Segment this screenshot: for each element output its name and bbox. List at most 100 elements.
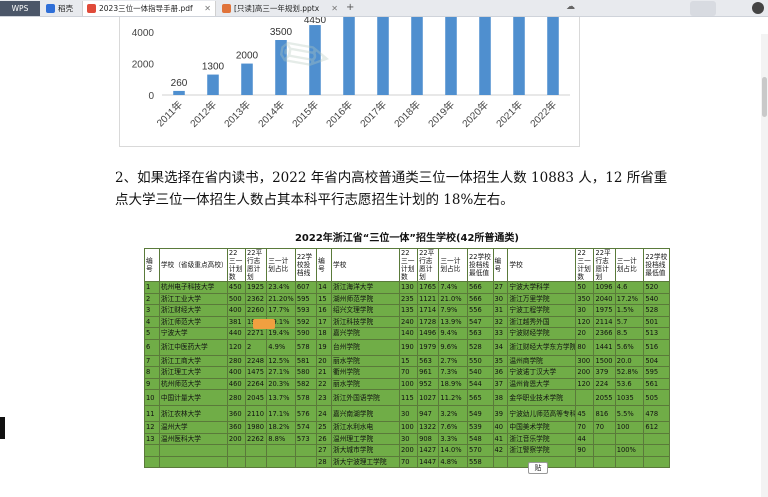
cloud-icon[interactable]: ☁: [566, 2, 575, 12]
table-cell: 592: [294, 315, 318, 328]
warning-badge-icon[interactable]: [253, 319, 275, 329]
table-cell: 52.8%: [614, 366, 645, 379]
table-cell: 1975: [593, 304, 616, 317]
y-tick-label: 2000: [132, 60, 155, 71]
table-cell: 1475: [244, 366, 268, 379]
table-cell: 35: [492, 354, 509, 367]
close-tab-icon[interactable]: ✕: [204, 1, 211, 16]
table-cell: 36: [492, 366, 509, 379]
table-cell: 80: [575, 338, 595, 356]
table-cell: 13.7%: [266, 389, 296, 406]
table-cell: 539: [467, 421, 494, 434]
table-cell: 1714: [417, 304, 440, 317]
table-row: 13 温州医科大学 200 2262 8.8% 573 26 温州理工学院 30 908 3.3% 5…: [144, 432, 670, 445]
tab-wps[interactable]: WPS: [0, 1, 40, 16]
table-cell: 温州肯恩大学: [507, 377, 577, 390]
table-cell: 2271: [244, 327, 268, 340]
table-cell: 金华职业技术学院: [507, 389, 577, 406]
close-tab-icon[interactable]: ✕: [331, 1, 338, 16]
table-cell: 4: [144, 315, 160, 328]
scrollbar-thumb[interactable]: [762, 77, 767, 117]
table-cell: 浙江工业大学: [158, 292, 228, 305]
table-cell: 2.7%: [438, 354, 469, 367]
table-cell: 115: [399, 389, 419, 406]
table-header-row: 编号 学校（省级重点高校） 22三一计划数 22平行志愿计划 三一计划占比 22学校投档线…: [144, 248, 670, 282]
table-cell: 9: [144, 377, 160, 390]
table-cell: [614, 432, 645, 445]
table-cell: 30: [399, 432, 419, 445]
tab-pdf-label: 2023三位一体指导手册.pdf: [99, 4, 193, 13]
table-cell: 7.6%: [438, 421, 469, 434]
table-cell: 478: [643, 405, 670, 422]
table-cell: 31: [492, 304, 509, 317]
table-header-cell: 编号: [144, 248, 160, 282]
x-tick-label: 2021年: [493, 98, 525, 130]
new-tab-button[interactable]: +: [346, 2, 354, 13]
window-control-button[interactable]: [690, 1, 716, 16]
table-cell: 8.8%: [266, 432, 296, 445]
table-cell: 30: [575, 304, 595, 317]
table-cell: 杭州师范大学: [158, 377, 228, 390]
table-cell: 浙江海洋大学: [331, 281, 401, 294]
table-cell: [158, 455, 228, 468]
x-tick-label: 2016年: [323, 98, 355, 130]
table-cell: [614, 455, 645, 468]
table-cell: 540: [467, 366, 494, 379]
table-cell: 温州理工学院: [331, 432, 401, 445]
table-cell: 嘉兴学院: [331, 327, 401, 340]
table-cell: 200: [575, 366, 595, 379]
x-tick-label: 2020年: [459, 98, 491, 130]
table-cell: 501: [643, 315, 670, 328]
table-cell: 2040: [593, 292, 616, 305]
data-label: 2000: [236, 51, 259, 62]
tab-pdf[interactable]: 2023三位一体指导手册.pdf ✕: [82, 1, 216, 16]
pdf-icon: [87, 4, 96, 13]
table-cell: 566: [467, 292, 494, 305]
table-cell: 1035: [614, 389, 645, 406]
table-cell: 1441: [593, 338, 616, 356]
table-cell: 湖州师范学院: [331, 292, 401, 305]
table-cell: 528: [643, 304, 670, 317]
table-cell: 1980: [244, 421, 268, 434]
table-cell: 70: [399, 366, 419, 379]
tab-home-label: 稻壳: [58, 4, 73, 13]
table-cell: [266, 455, 296, 468]
table-cell: 440: [226, 327, 246, 340]
table-header-cell: 编号: [316, 248, 333, 282]
table-cell: 9.6%: [438, 338, 469, 356]
table-cell: 400: [226, 304, 246, 317]
table-cell: 549: [467, 405, 494, 422]
tab-pptx[interactable]: [只读]高三一年规划.pptx ✕: [218, 1, 342, 16]
table-cell: 中国计量大学: [158, 389, 228, 406]
side-handle[interactable]: [0, 417, 5, 439]
bar-2014年: [275, 40, 287, 95]
table-cell: 22: [316, 377, 333, 390]
table-cell: 1496: [417, 327, 440, 340]
table-cell: 53.6: [614, 377, 645, 390]
table-cell: 100: [399, 377, 419, 390]
table-cell: 宁波幼儿师范高等专科学校: [507, 405, 577, 422]
table-cell: 120: [575, 315, 595, 328]
x-tick-label: 2017年: [357, 98, 389, 130]
avatar[interactable]: [752, 2, 764, 14]
table-cell: 350: [575, 292, 595, 305]
table-cell: 593: [294, 304, 318, 317]
table-cell: 556: [467, 304, 494, 317]
y-tick-label: 4000: [132, 28, 155, 39]
table-cell: 2248: [244, 354, 268, 367]
tab-home[interactable]: 稻壳: [42, 1, 82, 16]
paste-options-icon[interactable]: 贴: [528, 462, 548, 474]
table-cell: 565: [467, 389, 494, 406]
table-cell: 浙江中医药大学: [158, 338, 228, 356]
table-cell: 140: [399, 327, 419, 340]
table-cell: 7.4%: [438, 281, 469, 294]
table-cell: 20.0: [614, 354, 645, 367]
table-cell: 1027: [417, 389, 440, 406]
table-cell: 130: [399, 281, 419, 294]
table-cell: [643, 444, 670, 457]
table-cell: 100: [614, 421, 645, 434]
table-cell: 516: [643, 338, 670, 356]
table-cell: 400: [226, 366, 246, 379]
table-cell: 27: [316, 444, 333, 457]
table-cell: 2264: [244, 377, 268, 390]
